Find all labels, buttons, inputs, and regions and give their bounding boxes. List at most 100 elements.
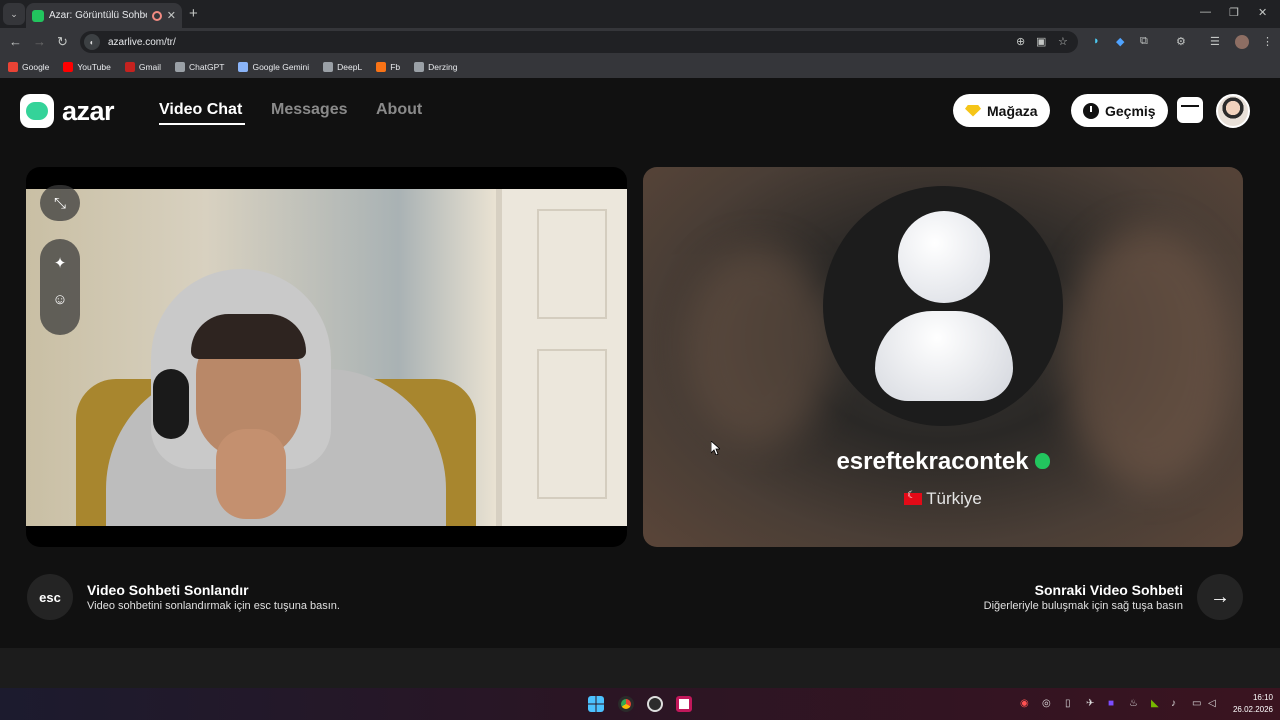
tray-app-icon[interactable]: ◎ [1042,698,1051,709]
tray-app-icon[interactable]: ■ [1108,698,1114,709]
tray-app-icon[interactable]: ▯ [1065,698,1071,709]
avatar-body [875,311,1013,401]
user-avatar[interactable] [1216,94,1250,128]
taskbar-date[interactable]: 26.02.2026 [1226,705,1273,714]
windows-start-icon[interactable] [588,696,604,712]
bookmark-fb[interactable]: Fb [376,62,400,72]
tab-close-icon[interactable]: ✕ [167,9,176,22]
bookmark-gmail[interactable]: Gmail [124,62,161,72]
username-text: esreftekracontek [836,448,1029,475]
volume-icon[interactable]: ◁ [1208,698,1216,709]
app-icon[interactable] [676,696,692,712]
page-footer [0,648,1280,688]
chrome-icon[interactable] [618,696,634,712]
magic-wand-icon[interactable]: ✦ [40,245,80,281]
azar-page: azar Video Chat Messages About Mağaza Ge… [0,81,1280,688]
url-text[interactable]: azarlive.com/tr/ [108,37,176,48]
browser-tab[interactable]: Azar: Görüntülü Sohbet & Y ✕ [26,3,182,28]
nav-video-chat[interactable]: Video Chat [159,101,242,119]
os-taskbar: ◉ ◎ ▯ ✈ ■ ♨ ◣ ♪ ▭ ◁ 16:10 26.02.2026 [0,688,1280,720]
bookmark-star-icon[interactable]: ☆ [1058,35,1068,48]
display-icon[interactable]: ▭ [1192,698,1201,709]
country-text: Türkiye [926,489,982,508]
extension-icon[interactable]: ⚙ [1176,35,1186,48]
background-door [496,189,627,526]
end-chat-hint: Video sohbetini sonlandırmak için esc tu… [87,600,340,612]
bookmark-label: Google [22,62,50,72]
reload-icon[interactable]: ↻ [57,34,68,50]
inbox-icon[interactable] [1177,97,1203,123]
bookmark-label: Derzing [428,62,458,72]
minimize-video-button[interactable]: ⤡ [40,185,80,221]
next-chat-button[interactable]: → [1197,574,1243,620]
store-label: Mağaza [987,102,1038,119]
headset [153,369,189,439]
nav-active-indicator [159,123,245,125]
zoom-icon[interactable]: ⊕ [1016,35,1025,48]
tab-title: Azar: Görüntülü Sohbet & Y [49,10,147,21]
bookmark-youtube[interactable]: YouTube [63,62,111,72]
bookmark-label: Fb [390,62,401,72]
door-panel [537,209,607,319]
bookmark-deepl[interactable]: DeepL [323,62,362,72]
extension-icon[interactable]: ◆ [1116,35,1124,48]
minimize-icon: ⤡ [53,194,66,212]
gemini-icon [238,62,249,72]
obs-icon[interactable] [647,696,663,712]
close-window-icon[interactable]: ✕ [1258,6,1267,19]
deepl-icon [323,62,334,72]
end-chat-title: Video Sohbeti Sonlandır [87,582,249,598]
recording-icon [151,10,162,21]
tray-app-icon[interactable]: ♨ [1129,698,1138,709]
history-label: Geçmiş [1105,102,1156,119]
store-button[interactable]: Mağaza [953,94,1050,127]
bookmark-folder-derzing[interactable]: Derzing [414,62,457,72]
bookmark-label: ChatGPT [189,62,225,72]
google-icon [8,62,18,72]
azar-logo[interactable]: azar [20,94,115,128]
browser-menu-icon[interactable]: ⋮ [1262,35,1273,48]
self-camera-feed [26,189,627,526]
restore-icon[interactable]: ❐ [1229,6,1239,19]
bookmark-chatgpt[interactable]: ChatGPT [175,62,224,72]
extension-icon[interactable]: ◗ [1093,35,1100,47]
new-tab-button[interactable]: + [189,5,198,22]
bookmark-gemini[interactable]: Google Gemini [238,62,309,72]
bookmark-label: DeepL [337,62,363,72]
extensions-puzzle-icon[interactable]: ⧉ [1140,35,1148,48]
taskbar-time[interactable]: 16:10 [1243,693,1273,702]
sticker-face-icon[interactable]: ☺ [40,281,80,317]
partner-username: esreftekracontek [643,448,1243,476]
bookmark-google[interactable]: Google [8,62,49,72]
browser-tabbar: ⌄ Azar: Görüntülü Sohbet & Y ✕ + — ❐ ✕ [0,0,1280,28]
youtube-icon [63,62,74,72]
partner-avatar [823,186,1063,426]
tab-search-icon[interactable]: ⌄ [3,3,25,25]
gmail-icon [124,62,135,72]
back-icon[interactable]: ← [9,34,22,49]
azar-favicon-icon [32,9,44,22]
blur-shape [683,247,833,447]
nvidia-icon[interactable]: ◣ [1151,698,1159,709]
microphone-icon[interactable]: ♪ [1171,698,1176,709]
cast-icon[interactable]: ▣ [1036,35,1046,48]
nav-messages[interactable]: Messages [271,101,348,119]
turkey-flag-icon [904,490,923,505]
browser-toolbar: ← → ↻ ◐ azarlive.com/tr/ ⊕ ▣ ☆ ◗ ◆ ⧉ ⚙ ☰… [0,28,1280,56]
fb-icon [376,62,387,72]
end-chat-button[interactable]: esc [27,574,73,620]
nav-about[interactable]: About [376,101,422,119]
browser-profile-avatar[interactable] [1235,35,1249,49]
azar-logo-icon [20,94,54,128]
forward-icon[interactable]: → [33,34,46,49]
tray-app-icon[interactable]: ◉ [1020,698,1029,709]
history-button[interactable]: Geçmiş [1071,94,1168,127]
chatgpt-icon [175,62,186,72]
hand [216,429,286,519]
minimize-icon[interactable]: — [1200,6,1211,18]
logo-text: azar [62,95,115,126]
site-info-icon[interactable]: ◐ [84,34,100,50]
address-bar[interactable]: ◐ azarlive.com/tr/ ⊕ ▣ ☆ [80,31,1078,53]
reading-list-icon[interactable]: ☰ [1210,35,1220,48]
tray-app-icon[interactable]: ✈ [1086,698,1094,709]
